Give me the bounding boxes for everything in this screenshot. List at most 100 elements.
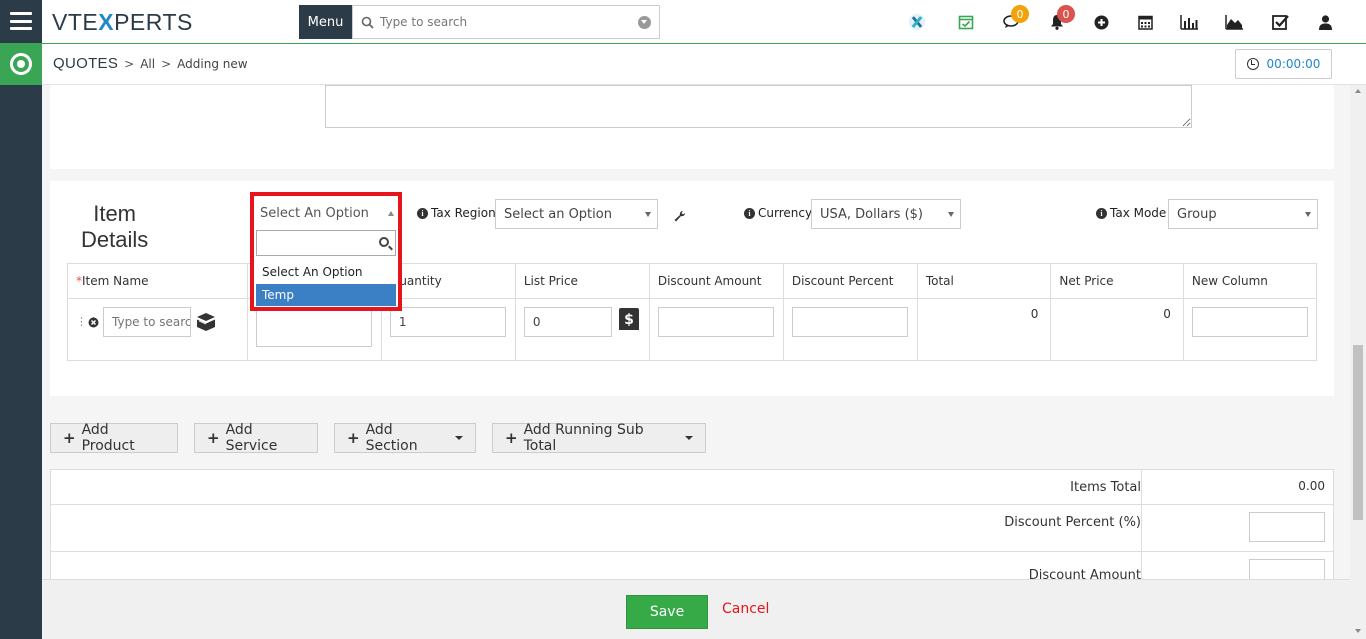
bell-icon[interactable]: 0 <box>1048 5 1075 31</box>
breadcrumb-action: Adding new <box>177 56 248 71</box>
page-scrollbar[interactable] <box>1350 85 1366 639</box>
tax-mode-value: Group <box>1177 206 1217 222</box>
description-panel <box>50 85 1334 169</box>
search-input[interactable] <box>380 15 638 29</box>
add-running-sub-total-button[interactable]: + Add Running Sub Total <box>492 422 706 454</box>
tax-mode-label-text: Tax Mode <box>1110 206 1167 220</box>
vtiger-x-icon[interactable] <box>908 13 926 31</box>
dropdown-search-input[interactable] <box>256 230 396 256</box>
totals-panel: Items Total 0.00 Discount Percent (%) Di… <box>50 469 1334 579</box>
info-icon: i <box>744 207 755 219</box>
items-total-label: Items Total <box>1070 480 1141 495</box>
discount-amount-cell <box>648 298 784 361</box>
col-discount-percent: Discount Percent <box>782 263 918 299</box>
new-column-input[interactable] <box>1191 307 1308 337</box>
calendar-check-icon[interactable] <box>957 13 975 31</box>
tax-mode-select[interactable]: Group <box>1168 199 1318 229</box>
plus-circle-icon[interactable] <box>1092 13 1110 31</box>
notification-badge: 0 <box>1057 5 1075 23</box>
top-bar: VTEXPERTS Menu 0 0 <box>42 0 1366 44</box>
dropdown-option-temp[interactable]: Temp <box>256 284 396 306</box>
item-name-input[interactable] <box>103 307 191 337</box>
logo-part-left: VTE <box>52 9 99 35</box>
area-chart-icon[interactable] <box>1225 13 1243 31</box>
dropdown-option-select-an-option[interactable]: Select An Option <box>256 261 396 283</box>
new-column-cell <box>1182 298 1318 361</box>
save-button[interactable]: Save <box>626 595 708 629</box>
global-search[interactable] <box>352 5 660 39</box>
hamburger-menu-button[interactable] <box>0 0 42 42</box>
breadcrumb-filter[interactable]: All <box>140 57 155 71</box>
chat-icon[interactable]: 0 <box>1002 5 1029 31</box>
info-icon: i <box>1096 207 1107 219</box>
cancel-link[interactable]: Cancel <box>722 601 769 617</box>
logo-part-right: PERTS <box>114 9 193 35</box>
quantity-input[interactable]: 1 <box>389 307 506 337</box>
currency-select[interactable]: USA, Dollars ($) <box>811 199 961 229</box>
col-net-price: Net Price <box>1050 263 1184 299</box>
plus-icon: + <box>347 429 360 447</box>
bar-chart-icon[interactable] <box>1180 13 1198 31</box>
user-icon[interactable] <box>1316 13 1334 31</box>
task-check-icon[interactable] <box>1271 13 1289 31</box>
description-textarea[interactable] <box>325 85 1192 128</box>
discount-percent-input[interactable] <box>791 307 908 337</box>
discount-percent-row: Discount Percent (%) <box>51 505 1333 552</box>
col-discount-amount: Discount Amount <box>648 263 784 299</box>
clock-icon <box>1246 58 1259 70</box>
scrollbar-thumb[interactable] <box>1353 345 1363 520</box>
discount-amount-input[interactable] <box>657 307 774 337</box>
discount-percent-total-input[interactable] <box>1249 512 1325 542</box>
tax-region-label: i Tax Region <box>417 206 496 220</box>
section-dropdown-header[interactable]: Select An Option <box>260 206 394 221</box>
search-dropdown-icon[interactable] <box>638 15 651 29</box>
items-total-value: 0.00 <box>1298 479 1325 493</box>
main-content: Item Details i Tax Region Select an Optio… <box>42 85 1350 579</box>
items-total-row: Items Total 0.00 <box>51 470 1333 505</box>
list-price-input[interactable]: 0 <box>523 307 612 337</box>
item-details-title: Item Details <box>81 201 148 253</box>
tax-mode-label: i Tax Mode <box>1096 206 1166 220</box>
add-section-button[interactable]: + Add Section <box>334 422 476 454</box>
calendar-icon[interactable] <box>1136 13 1154 31</box>
timer-button[interactable]: 00:00:00 <box>1235 49 1332 79</box>
plus-icon: + <box>505 429 518 447</box>
chat-badge: 0 <box>1011 5 1029 23</box>
plus-icon: + <box>63 429 76 447</box>
svg-text:$: $ <box>624 312 634 328</box>
scroll-down-icon[interactable] <box>1355 629 1361 633</box>
search-icon <box>379 237 389 247</box>
product-box-icon[interactable] <box>195 311 217 333</box>
col-new-column: New Column <box>1182 263 1318 299</box>
chevron-right-icon: > <box>124 56 135 71</box>
caret-down-icon <box>685 436 693 440</box>
remove-row-icon[interactable] <box>88 317 99 328</box>
col-item-name: *Item Name <box>67 263 248 299</box>
price-book-icon[interactable]: $ <box>618 307 640 331</box>
section-textarea[interactable] <box>255 307 372 347</box>
header-icons: 0 0 <box>902 0 1342 44</box>
chevron-right-icon: > <box>161 56 172 71</box>
add-product-button[interactable]: + Add Product <box>50 422 178 454</box>
form-footer: Save Cancel <box>42 579 1350 639</box>
caret-down-icon <box>455 436 463 440</box>
drag-handle-icon[interactable]: ⋮⋮ <box>76 316 99 327</box>
add-service-button[interactable]: + Add Service <box>194 422 318 454</box>
tax-region-label-text: Tax Region <box>431 206 496 220</box>
breadcrumb-module[interactable]: QUOTES <box>53 55 118 72</box>
logo-part-x: X <box>98 9 115 35</box>
discount-amount-total-input[interactable] <box>1249 559 1325 579</box>
discount-percent-label: Discount Percent (%) <box>1004 515 1141 530</box>
info-icon: i <box>417 207 428 219</box>
wrench-icon[interactable] <box>673 210 686 227</box>
vtexperts-logo[interactable]: VTEXPERTS <box>52 9 193 36</box>
menu-button[interactable]: Menu <box>299 5 352 39</box>
currency-value: USA, Dollars ($) <box>820 206 923 222</box>
total-value: 0 <box>1030 307 1039 321</box>
section-dropdown[interactable]: Select An Option Select An Option Temp <box>250 192 402 311</box>
tax-region-select[interactable]: Select an Option <box>495 199 658 229</box>
module-quick-button[interactable] <box>0 43 42 85</box>
timer-value: 00:00:00 <box>1266 57 1321 71</box>
breadcrumb: QUOTES > All > Adding new <box>53 55 248 72</box>
scroll-up-icon[interactable] <box>1355 89 1361 93</box>
